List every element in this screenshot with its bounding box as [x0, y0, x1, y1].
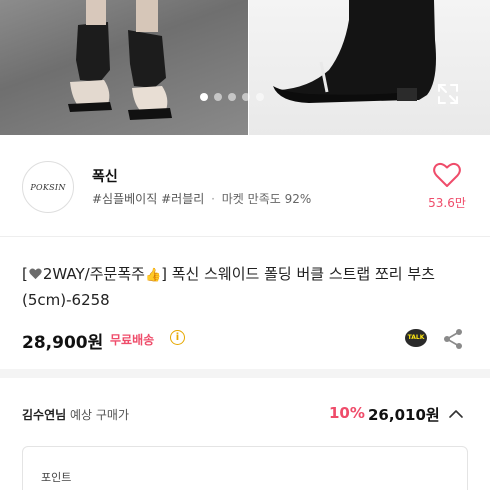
chevron-up-icon[interactable]: [448, 406, 464, 422]
discount-rate: 10%: [329, 404, 365, 422]
title-highlight: 2WAY/주문폭주: [42, 265, 145, 283]
section-divider: [0, 236, 490, 237]
seller-tags: #심플베이직 #러블리 · 마켓 만족도 92%: [92, 190, 311, 207]
title-bracket-open: [: [22, 265, 28, 283]
carousel-dot[interactable]: [242, 93, 250, 101]
tag-separator: ·: [211, 192, 215, 206]
carousel-dot[interactable]: [228, 93, 236, 101]
expected-price-label: 김수연님 예상 구매가: [22, 406, 129, 423]
info-icon[interactable]: i: [170, 330, 185, 345]
free-shipping-badge: 무료배송: [110, 333, 155, 347]
carousel-dot[interactable]: [200, 93, 208, 101]
price-row: 28,900원 무료배송 i TALK: [22, 328, 468, 353]
points-panel: 포인트: [22, 446, 468, 490]
share-icon[interactable]: [442, 328, 464, 350]
thumbs-up-icon: 👍: [144, 268, 162, 283]
expected-price-row[interactable]: 김수연님 예상 구매가 10% 26,010원: [22, 404, 468, 424]
market-satisfaction: 마켓 만족도 92%: [221, 192, 312, 206]
seller-logo-text: POKSIN: [30, 182, 66, 192]
seller-info: POKSIN 폭신 #심플베이직 #러블리 · 마켓 만족도 92% 53.6만: [0, 150, 490, 225]
seller-logo[interactable]: POKSIN: [22, 161, 74, 213]
expected-price-caption: 예상 구매가: [70, 408, 130, 422]
carousel-dot[interactable]: [214, 93, 222, 101]
grey-heart-icon: [29, 268, 42, 280]
product-price: 28,900원: [22, 333, 104, 353]
like-button[interactable]: 53.6만: [424, 162, 470, 211]
talk-icon[interactable]: TALK: [405, 329, 427, 347]
product-title: [2WAY/주문폭주👍] 폭신 스웨이드 폴딩 버클 스트랩 쪼리 부츠(5cm…: [22, 262, 472, 312]
section-band: [0, 369, 490, 378]
product-image-carousel[interactable]: [0, 0, 490, 135]
seller-name[interactable]: 폭신: [92, 166, 118, 186]
carousel-indicator: [200, 93, 264, 101]
expand-icon[interactable]: [436, 82, 460, 106]
like-count: 53.6만: [428, 196, 466, 210]
product-photo-worn: [0, 0, 248, 135]
buyer-name: 김수연님: [22, 408, 67, 422]
seller-tag[interactable]: #러블리: [161, 192, 204, 206]
expected-final-price: 26,010원: [368, 406, 440, 424]
heart-outline-icon: [433, 162, 461, 187]
carousel-dot[interactable]: [256, 93, 264, 101]
points-label: 포인트: [41, 471, 72, 484]
product-photo-detail: [249, 0, 490, 135]
seller-tag[interactable]: #심플베이직: [92, 192, 157, 206]
